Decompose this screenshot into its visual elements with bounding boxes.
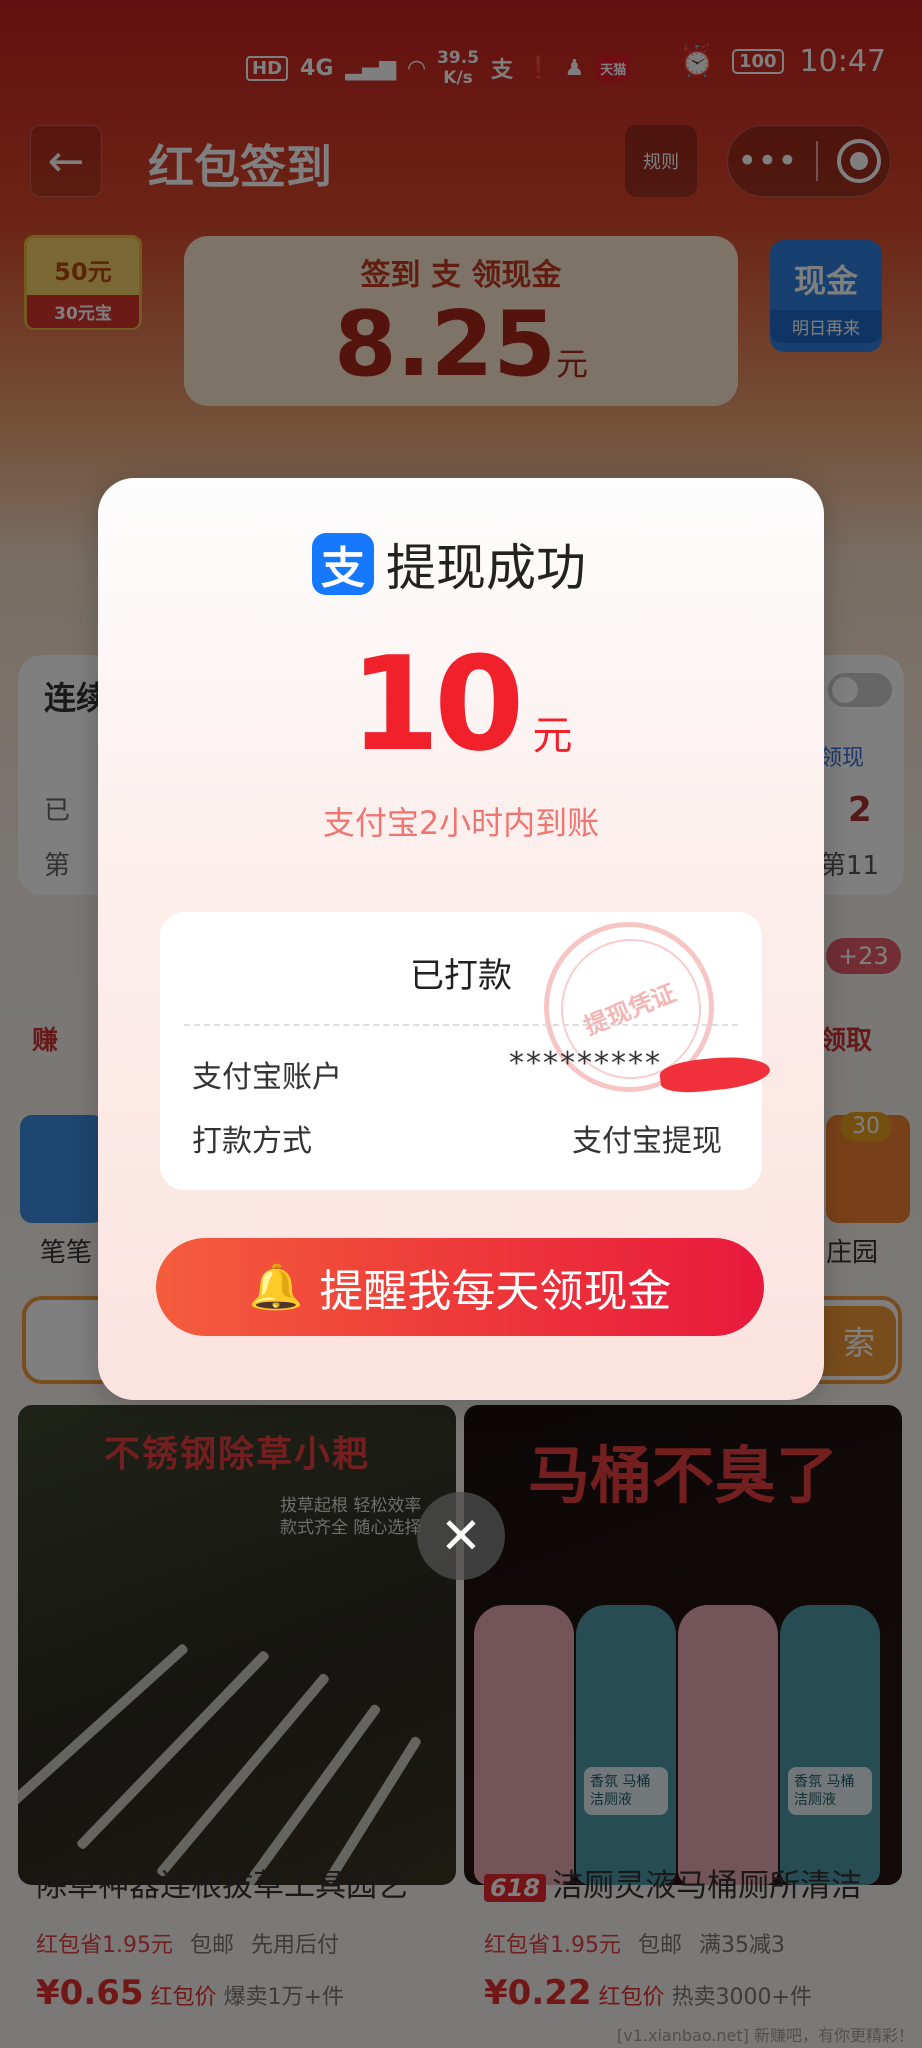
modal-title: 提现成功 xyxy=(386,539,586,597)
withdraw-amount-unit: 元 xyxy=(532,713,573,759)
method-label: 打款方式 xyxy=(192,1124,312,1159)
remind-daily-label: 提醒我每天领现金 xyxy=(319,1266,672,1317)
withdraw-amount: 10 元 xyxy=(98,628,824,780)
remind-daily-button[interactable]: 🔔 提醒我每天领现金 xyxy=(156,1238,764,1336)
account-value: ********* xyxy=(509,1046,662,1081)
method-value: 支付宝提现 xyxy=(572,1124,722,1159)
close-modal-button[interactable]: ✕ xyxy=(417,1492,505,1580)
account-label: 支付宝账户 xyxy=(192,1060,342,1095)
modal-header: 支 提现成功 xyxy=(312,528,586,600)
payment-info-card: 提现凭证 已打款 支付宝账户 ********* 打款方式 支付宝提现 xyxy=(160,912,772,1190)
payment-status: 已打款 xyxy=(410,956,512,996)
withdraw-amount-value: 10 xyxy=(349,628,525,780)
bell-icon: 🔔 xyxy=(248,1262,304,1313)
alipay-logo-icon: 支 xyxy=(312,533,374,595)
close-icon: ✕ xyxy=(440,1507,482,1565)
dashed-divider xyxy=(184,1024,738,1026)
arrival-note: 支付宝2小时内到账 xyxy=(322,804,600,842)
withdraw-success-modal: 支 提现成功 10 元 支付宝2小时内到账 提现凭证 已打款 支付宝账户 ****… xyxy=(98,478,824,1400)
